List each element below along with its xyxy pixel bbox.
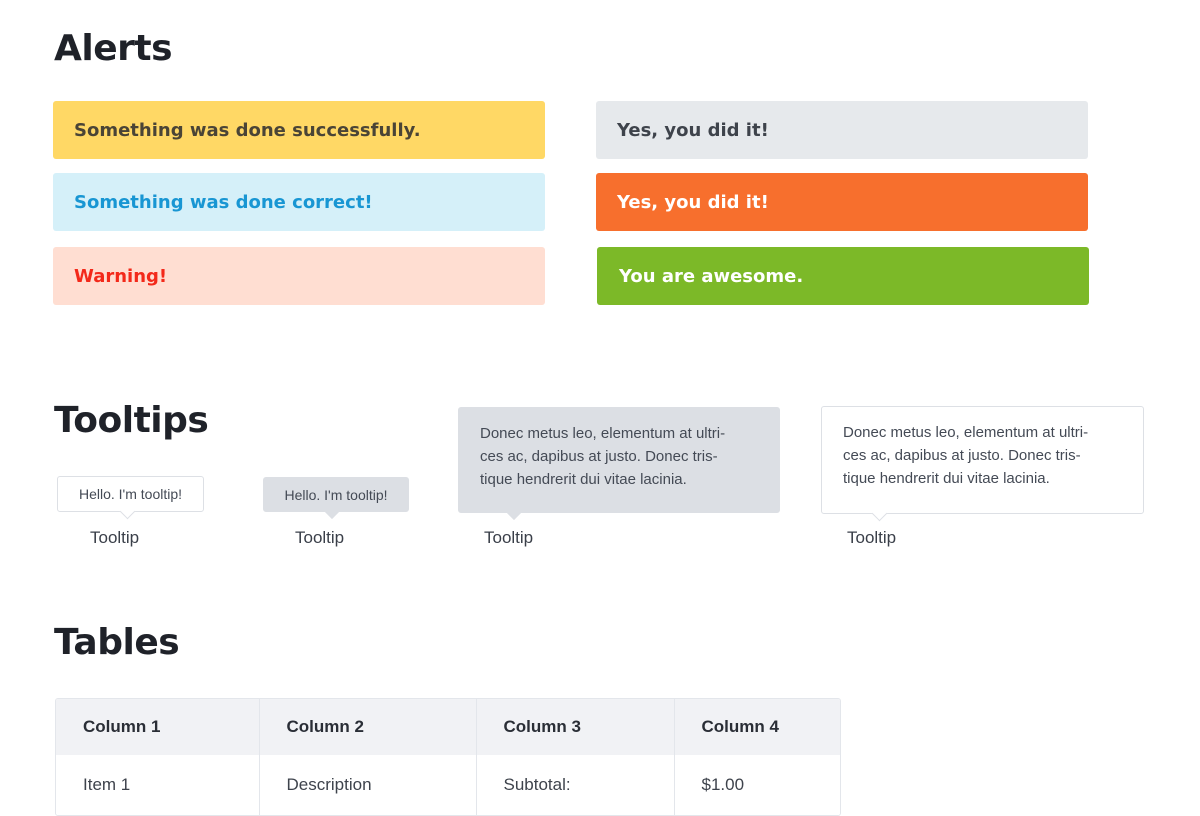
section-title-tables: Tables xyxy=(54,622,180,663)
section-title-tooltips: Tooltips xyxy=(54,400,209,441)
tooltip-trigger-label[interactable]: Tooltip xyxy=(295,528,344,548)
tooltip-text-line: ces ac, dapibus at justo. Donec tris- xyxy=(843,447,1081,464)
alert-warning-red: Warning! xyxy=(53,247,545,305)
tooltip-text-line: tique hendrerit dui vitae lacinia. xyxy=(843,470,1050,487)
table-header-cell: Column 4 xyxy=(674,699,840,755)
tooltip-gray-large: Donec metus leo, elementum at ultri- ces… xyxy=(458,407,780,521)
tooltip-arrow xyxy=(324,504,340,520)
alert-green: You are awesome. xyxy=(597,247,1089,305)
table-header-row: Column 1 Column 2 Column 3 Column 4 xyxy=(56,699,840,755)
data-table: Column 1 Column 2 Column 3 Column 4 Item… xyxy=(56,699,840,815)
tooltip-gray-small: Hello. I'm tooltip! xyxy=(263,477,409,520)
alert-text: Yes, you did it! xyxy=(617,119,769,141)
data-table-container: Column 1 Column 2 Column 3 Column 4 Item… xyxy=(55,698,841,816)
tooltip-text-line: tique hendrerit dui vitae lacinia. xyxy=(480,471,687,488)
alert-info-blue: Something was done correct! xyxy=(53,173,545,231)
table-cell: Subtotal: xyxy=(476,755,675,815)
tooltip-trigger-label[interactable]: Tooltip xyxy=(847,528,896,548)
table-row: Item 1 Description Subtotal: $1.00 xyxy=(56,755,840,815)
table-cell: $1.00 xyxy=(674,755,840,815)
tooltip-text: Hello. I'm tooltip! xyxy=(284,486,388,503)
tooltip-text-line: Donec metus leo, elementum at ultri- xyxy=(480,425,726,442)
tooltip-white-small: Hello. I'm tooltip! xyxy=(57,476,204,520)
alert-text: Warning! xyxy=(74,265,168,287)
table-header-cell: Column 2 xyxy=(259,699,477,755)
alert-text: Yes, you did it! xyxy=(617,191,769,213)
tooltip-text-line: Donec metus leo, elementum at ultri- xyxy=(843,424,1089,441)
table-cell: Description xyxy=(259,755,477,815)
alert-orange: Yes, you did it! xyxy=(596,173,1088,231)
alert-success-yellow: Something was done successfully. xyxy=(53,101,545,159)
tooltip-trigger-label[interactable]: Tooltip xyxy=(484,528,533,548)
alert-text: Something was done correct! xyxy=(74,191,373,213)
alert-text: Something was done successfully. xyxy=(74,119,421,141)
tooltip-trigger-label[interactable]: Tooltip xyxy=(90,528,139,548)
table-cell: Item 1 xyxy=(56,755,260,815)
tooltip-arrow xyxy=(506,505,522,521)
tooltip-text: Hello. I'm tooltip! xyxy=(78,486,183,502)
tooltip-arrow xyxy=(119,503,136,520)
tooltip-text-line: ces ac, dapibus at justo. Donec tris- xyxy=(480,448,718,465)
alert-text: You are awesome. xyxy=(619,265,804,287)
tooltip-arrow xyxy=(871,505,888,522)
table-header-cell: Column 3 xyxy=(476,699,675,755)
alert-neutral-gray: Yes, you did it! xyxy=(596,101,1088,159)
table-header-cell: Column 1 xyxy=(56,699,260,755)
tooltip-white-large: Donec metus leo, elementum at ultri- ces… xyxy=(821,406,1144,522)
section-title-alerts: Alerts xyxy=(54,28,173,69)
